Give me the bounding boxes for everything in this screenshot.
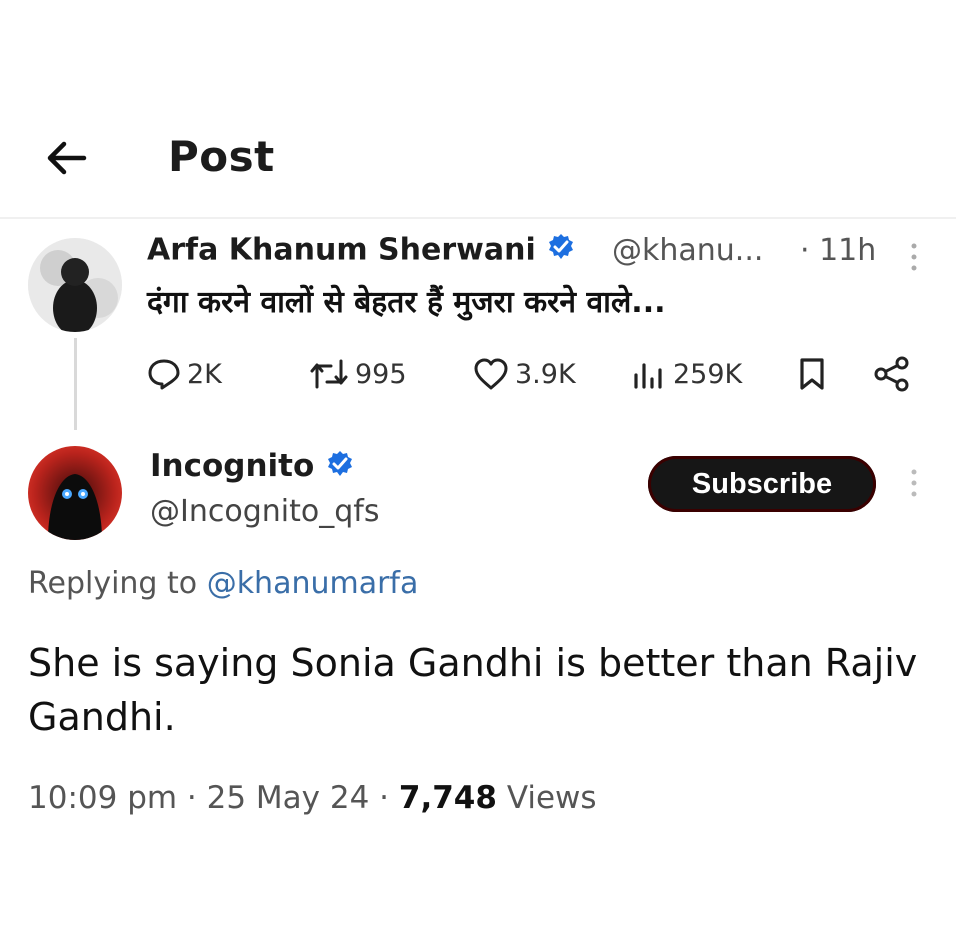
post-timestamp[interactable]: 10:09 pm · 25 May 24 · [28,780,389,816]
views-number: 7,748 [398,780,497,816]
like-count: 3.9K [515,358,576,390]
subscribe-button[interactable]: Subscribe [648,456,876,512]
page-title: Post [168,132,275,181]
post-text: She is saying Sonia Gandhi is better tha… [28,641,918,739]
avatar[interactable] [28,238,122,332]
bookmark-button[interactable] [797,352,827,396]
repost-button[interactable]: 995 [309,352,407,396]
header-divider [0,217,956,219]
replying-to: Replying to @khanumarfa [28,566,418,601]
share-button[interactable] [873,352,911,396]
verified-badge-icon [546,232,576,270]
author-name[interactable]: Incognito [150,448,355,487]
avatar[interactable] [28,446,122,540]
analytics-icon [631,357,667,391]
replying-mention-link[interactable]: @khanumarfa [207,566,419,601]
views-button[interactable]: 259K [631,352,742,396]
author-name[interactable]: Arfa Khanum Sherwani [147,232,576,270]
heart-icon [473,357,509,391]
post-meta: 10:09 pm · 25 May 24 · 7,748 Views [28,780,597,816]
bookmark-icon [797,356,827,392]
reply-icon [147,357,181,391]
views-count: 259K [673,358,743,390]
back-arrow-icon[interactable] [44,136,88,180]
like-button[interactable]: 3.9K [473,352,576,396]
post-text: दंगा करने वालों से बेहतर हैं मुजरा करने … [147,285,666,320]
reply-button[interactable]: 2K [147,352,222,396]
verified-badge-icon [325,449,355,487]
more-options-icon[interactable] [905,466,923,500]
author-handle[interactable]: @khanu... [612,233,763,268]
replying-prefix: Replying to [28,566,198,601]
views-label: Views [506,780,597,816]
thread-line [74,338,77,430]
reply-count: 2K [187,358,222,390]
more-options-icon[interactable] [905,240,923,274]
share-icon [873,356,911,392]
repost-icon [309,357,349,391]
post-actions: 2K 995 3.9K 259K [147,352,917,396]
author-handle[interactable]: @Incognito_qfs [150,494,379,529]
post-time[interactable]: · 11h [800,233,876,268]
repost-count: 995 [355,358,407,390]
